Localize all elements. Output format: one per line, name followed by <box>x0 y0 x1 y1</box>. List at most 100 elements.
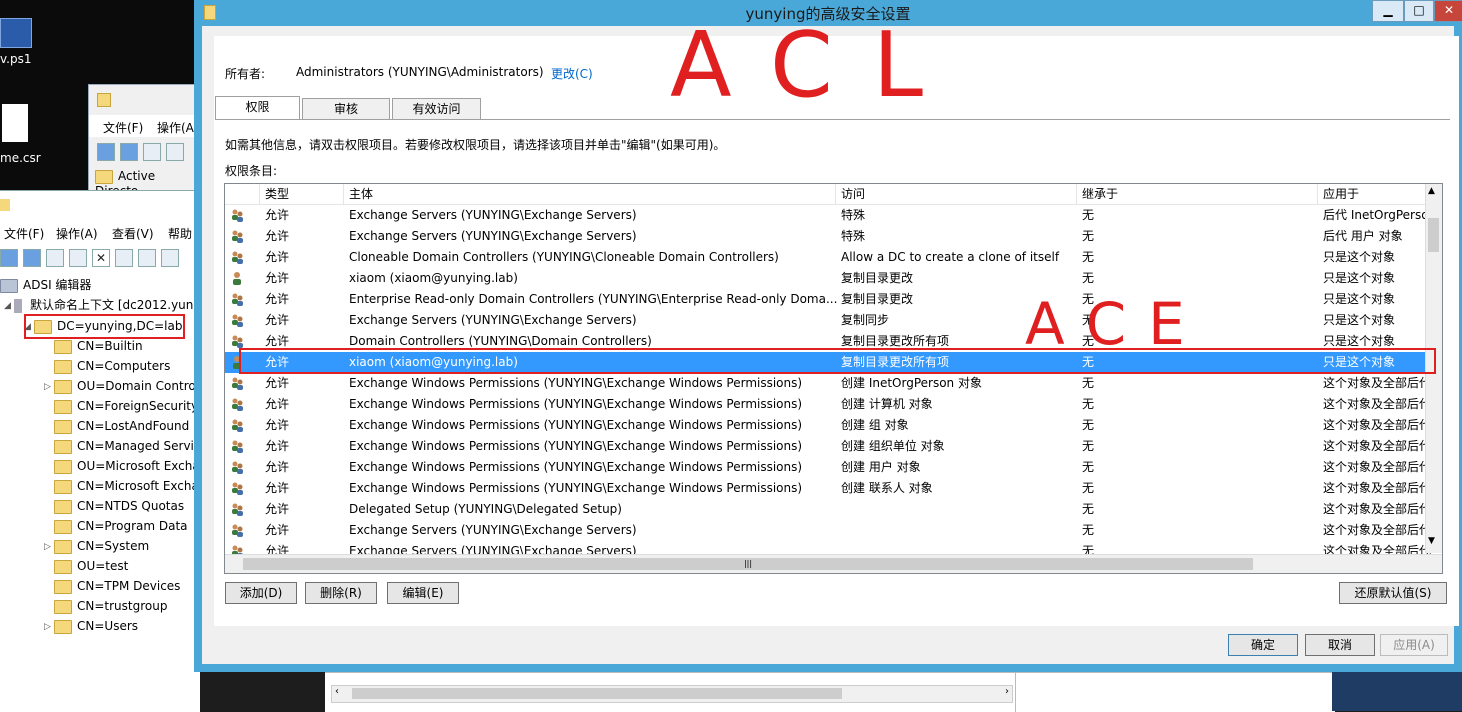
chevron-right-icon[interactable]: ▷ <box>44 377 54 397</box>
permission-entry-row[interactable]: 允许 Delegated Setup (YUNYING\Delegated Set… <box>225 499 1432 520</box>
chevron-right-icon[interactable]: ▷ <box>44 617 54 637</box>
show-tree-icon[interactable] <box>69 249 87 267</box>
scroll-left-icon[interactable]: ‹ <box>335 686 339 697</box>
permission-entry-row[interactable]: 允许 Exchange Servers (YUNYING\Exchange Ser… <box>225 520 1432 541</box>
scroll-thumb[interactable]: ||| <box>243 558 1253 570</box>
tree-child-node[interactable]: OU=test <box>44 556 128 576</box>
delete-icon[interactable]: ✕ <box>92 249 110 267</box>
tree-child-label: CN=Managed Servic <box>77 439 201 453</box>
column-header-icon[interactable] <box>225 184 260 205</box>
tree-child-node[interactable]: CN=NTDS Quotas <box>44 496 184 516</box>
row-cell-access: 创建 InetOrgPerson 对象 <box>841 376 982 390</box>
permission-entry-row[interactable]: 允许 xiaom (xiaom@yunying.lab) 复制目录更改 无 只是这个对象 <box>225 268 1432 289</box>
menu-action[interactable]: 操作(A) <box>56 225 98 242</box>
close-button[interactable]: ✕ <box>1434 0 1462 22</box>
refresh-icon[interactable] <box>138 249 156 267</box>
row-cell-principal: Exchange Servers (YUNYING\Exchange Serve… <box>349 313 637 327</box>
tree-child-node[interactable]: CN=ForeignSecurityI <box>44 396 202 416</box>
menu-item[interactable]: 操作(A <box>157 119 194 136</box>
ok-button[interactable]: 确定 <box>1228 634 1298 656</box>
tab-permissions[interactable]: 权限 <box>215 96 300 120</box>
permission-entry-row[interactable]: 允许 Exchange Servers (YUNYING\Exchange Ser… <box>225 310 1432 331</box>
menu-view[interactable]: 查看(V) <box>112 225 154 242</box>
column-header-principal[interactable]: 主体 <box>344 184 836 205</box>
row-cell-principal: xiaom (xiaom@yunying.lab) <box>349 271 518 285</box>
tree-child-node[interactable]: CN=trustgroup <box>44 596 167 616</box>
tree-child-node[interactable]: CN=Microsoft Excha <box>44 476 199 496</box>
column-header-inherited[interactable]: 继承于 <box>1077 184 1318 205</box>
powershell-file-icon[interactable] <box>0 18 32 48</box>
tree-child-node[interactable]: ▷ CN=Users <box>44 616 138 636</box>
tab-auditing[interactable]: 审核 <box>302 98 390 120</box>
tree-child-node[interactable]: CN=TPM Devices <box>44 576 180 596</box>
forward-arrow-icon[interactable] <box>120 143 138 161</box>
column-header-access[interactable]: 访问 <box>836 184 1077 205</box>
export-icon[interactable] <box>161 249 179 267</box>
forward-arrow-icon[interactable] <box>23 249 41 267</box>
tree-child-node[interactable]: CN=Builtin <box>44 336 143 356</box>
row-cell-principal: Cloneable Domain Controllers (YUNYING\Cl… <box>349 250 779 264</box>
csr-file-icon[interactable] <box>2 104 28 142</box>
cancel-button[interactable]: 取消 <box>1305 634 1375 656</box>
up-folder-icon[interactable] <box>143 143 161 161</box>
apply-button[interactable]: 应用(A) <box>1380 634 1448 656</box>
horizontal-scrollbar[interactable]: ||| <box>225 554 1442 573</box>
row-cell-principal: Exchange Servers (YUNYING\Exchange Serve… <box>349 523 637 537</box>
back-arrow-icon[interactable] <box>97 143 115 161</box>
permission-entry-row[interactable]: 允许 Exchange Servers (YUNYING\Exchange Ser… <box>225 226 1432 247</box>
column-header-type[interactable]: 类型 <box>260 184 344 205</box>
up-folder-icon[interactable] <box>46 249 64 267</box>
permission-entry-row[interactable]: 允许 Exchange Windows Permissions (YUNYING\… <box>225 436 1432 457</box>
back-arrow-icon[interactable] <box>0 249 18 267</box>
permission-entry-row[interactable]: 允许 Exchange Windows Permissions (YUNYING\… <box>225 478 1432 499</box>
tree-child-node[interactable]: CN=LostAndFound <box>44 416 189 436</box>
add-button[interactable]: 添加(D) <box>225 582 297 604</box>
tree-child-node[interactable]: CN=Program Data <box>44 516 188 536</box>
menu-item[interactable]: 文件(F) <box>103 119 143 136</box>
permission-entry-row[interactable]: 允许 Enterprise Read-only Domain Controller… <box>225 289 1432 310</box>
scroll-thumb[interactable] <box>1428 218 1439 252</box>
change-owner-link[interactable]: 更改(C) <box>551 65 593 82</box>
scroll-right-icon[interactable]: › <box>1005 686 1009 697</box>
remove-button[interactable]: 删除(R) <box>305 582 377 604</box>
horizontal-scrollbar[interactable]: ‹ › <box>331 685 1013 703</box>
tree-context[interactable]: ◢ 默认命名上下文 [dc2012.yun <box>4 295 193 315</box>
menu-help[interactable]: 帮助 <box>168 225 192 242</box>
permission-entries-list[interactable]: 类型 主体 访问 继承于 应用于 允许 Exchange Servers (YUN… <box>224 183 1443 574</box>
folder-icon <box>54 519 72 534</box>
scroll-up-icon[interactable]: ▲ <box>1428 186 1435 196</box>
edit-button[interactable]: 编辑(E) <box>387 582 459 604</box>
server-icon <box>14 298 22 313</box>
properties-icon[interactable] <box>166 143 184 161</box>
row-cell-access: 创建 用户 对象 <box>841 460 921 474</box>
tree-root[interactable]: ADSI 编辑器 <box>0 275 91 295</box>
column-header-applies[interactable]: 应用于 <box>1318 184 1438 205</box>
scroll-down-icon[interactable]: ▼ <box>1428 536 1435 546</box>
tree-child-node[interactable]: CN=Managed Servic <box>44 436 200 456</box>
maximize-button[interactable]: □ <box>1404 0 1434 22</box>
chevron-down-icon[interactable]: ◢ <box>4 296 14 316</box>
tree-child-node[interactable]: OU=Microsoft Excha <box>44 456 200 476</box>
permission-entry-row[interactable]: 允许 Exchange Windows Permissions (YUNYING\… <box>225 415 1432 436</box>
row-cell-access: 创建 计算机 对象 <box>841 397 933 411</box>
background-window-edge <box>1332 672 1462 711</box>
tab-effective-access[interactable]: 有效访问 <box>392 98 481 120</box>
permission-entry-row[interactable]: 允许 Exchange Windows Permissions (YUNYING\… <box>225 373 1432 394</box>
permission-entry-row[interactable]: 允许 Cloneable Domain Controllers (YUNYING\… <box>225 247 1432 268</box>
menu-file[interactable]: 文件(F) <box>4 225 44 242</box>
permission-entry-row[interactable]: 允许 Exchange Servers (YUNYING\Exchange Ser… <box>225 205 1436 226</box>
tree-child-node[interactable]: ▷ OU=Domain Contro <box>44 376 196 396</box>
restore-defaults-button[interactable]: 还原默认值(S) <box>1339 582 1447 604</box>
properties-icon[interactable] <box>115 249 133 267</box>
permission-entry-row[interactable]: 允许 Exchange Windows Permissions (YUNYING\… <box>225 394 1432 415</box>
minimize-button[interactable]: ▁ <box>1372 0 1404 22</box>
row-cell-access: 创建 联系人 对象 <box>841 481 933 495</box>
tree-child-label: CN=System <box>77 539 150 553</box>
permission-entry-row[interactable]: 允许 Exchange Windows Permissions (YUNYING\… <box>225 457 1432 478</box>
row-cell-principal: Exchange Servers (YUNYING\Exchange Serve… <box>349 208 637 222</box>
tree-child-node[interactable]: CN=Computers <box>44 356 170 376</box>
highlight-box-ace <box>239 348 1436 374</box>
chevron-right-icon[interactable]: ▷ <box>44 537 54 557</box>
tree-child-node[interactable]: ▷ CN=System <box>44 536 149 556</box>
scroll-thumb[interactable] <box>352 688 842 699</box>
